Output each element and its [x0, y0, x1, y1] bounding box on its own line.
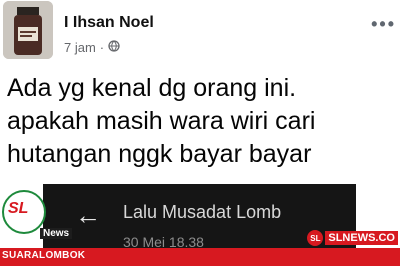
- suaralombok-logo: SL: [0, 190, 58, 248]
- more-options-icon[interactable]: •••: [371, 15, 396, 33]
- logo-caption: SUARALOMBOK: [2, 250, 86, 261]
- globe-icon: [108, 40, 120, 55]
- logo-left-mark: SL: [8, 200, 29, 217]
- post-header: I Ihsan Noel 7 jam · •••: [0, 0, 400, 62]
- slnews-watermark: SL SLNEWS.CO: [307, 229, 398, 247]
- contact-name: Lalu Musadat Lomb: [123, 202, 282, 222]
- post-time[interactable]: 7 jam: [64, 40, 96, 55]
- post-text: Ada yg kenal dg orang ini. apakah masih …: [7, 74, 316, 168]
- meta-separator: ·: [99, 40, 105, 55]
- avatar-image: [3, 1, 53, 59]
- post-meta: 7 jam ·: [64, 40, 120, 55]
- avatar[interactable]: [3, 1, 53, 59]
- slnews-badge: SL: [307, 230, 324, 246]
- back-arrow-icon: ←: [75, 200, 101, 230]
- logo-news-tag: News: [40, 228, 73, 239]
- author-name[interactable]: I Ihsan Noel: [64, 14, 154, 32]
- slnews-text: SLNEWS.CO: [325, 231, 398, 245]
